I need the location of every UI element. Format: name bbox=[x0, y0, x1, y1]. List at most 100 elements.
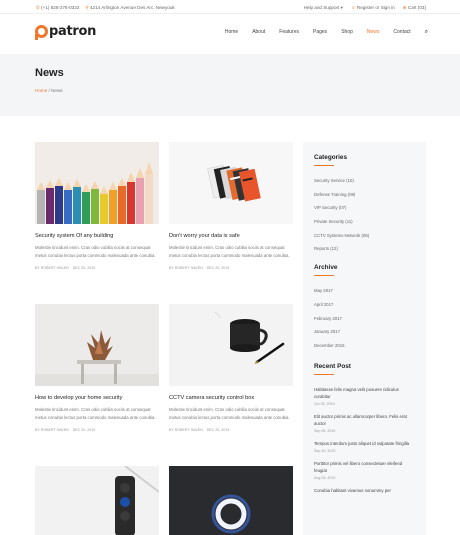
register-link[interactable]: Register bbox=[357, 5, 374, 10]
post-meta: BY ROBERT HAVEN DEC 20, 2019 bbox=[169, 266, 293, 270]
category-item[interactable]: Reports (12) bbox=[314, 246, 415, 260]
title-underline bbox=[314, 165, 334, 166]
post-meta: BY ROBERT HAVEN DEC 20, 2019 bbox=[35, 266, 159, 270]
breadcrumb-home[interactable]: Home bbox=[35, 88, 47, 93]
help-label: Help and Support bbox=[303, 5, 340, 10]
post-card: Security system Of any building Molestie… bbox=[35, 142, 159, 270]
map-pin-icon: ⚲ bbox=[85, 5, 89, 10]
post-card: How to develop your home security Molest… bbox=[35, 304, 159, 432]
chevron-down-icon: ▾ bbox=[340, 5, 343, 10]
recent-post-date: Oct 05, 2019 bbox=[314, 401, 335, 406]
sidebar: Categories Security Service (10) Defense… bbox=[303, 142, 426, 535]
breadcrumb-separator: / bbox=[48, 88, 50, 93]
post-card: Don't worry your data is safe Molestie t… bbox=[169, 142, 293, 270]
post-date: DEC 20, 2019 bbox=[72, 266, 96, 270]
archive-widget: Archive May 2017 April 2017 February 201… bbox=[314, 264, 415, 356]
recent-post-link[interactable]: Tempus interdum justo aliquet id vulputa… bbox=[314, 440, 415, 447]
category-item[interactable]: Private Security (11) bbox=[314, 219, 415, 233]
recent-post-link[interactable]: Porttitor primis vel libero consectetuer… bbox=[314, 460, 415, 474]
nav-about[interactable]: About bbox=[252, 29, 265, 36]
post-date: DEC 20, 2019 bbox=[206, 266, 230, 270]
post-title[interactable]: Don't worry your data is safe bbox=[169, 233, 293, 239]
post-title[interactable]: How to develop your home security bbox=[35, 395, 159, 401]
recent-post-date: Sep 05, 2019 bbox=[314, 428, 336, 433]
address-info: ⚲ 4214 Arlington Avenue Des Arc, Newyouk bbox=[85, 5, 174, 11]
breadcrumb-current: News bbox=[51, 88, 63, 93]
post-image-light-ring[interactable] bbox=[169, 466, 293, 535]
recent-posts-widget: Recent Post Habitasse felis magna velit … bbox=[314, 363, 415, 494]
cards-illustration bbox=[169, 142, 293, 224]
nav-pages[interactable]: Pages bbox=[313, 29, 327, 36]
post-excerpt: Molestie tincidunt enim. Cras odio cubil… bbox=[169, 407, 290, 420]
logo-mark-icon bbox=[35, 25, 48, 40]
post-excerpt: Molestie tincidunt enim. Cras odio cubil… bbox=[35, 407, 156, 420]
post-meta: BY ROBERT HAVEN DEC 20, 2019 bbox=[169, 428, 293, 432]
recent-post-item[interactable]: Habitasse felis magna velit posuere ridi… bbox=[314, 386, 415, 406]
post-excerpt: Molestie tincidunt enim. Cras odio cubil… bbox=[35, 245, 156, 258]
post-author[interactable]: BY ROBERT HAVEN bbox=[169, 266, 203, 270]
category-item[interactable]: Security Service (10) bbox=[314, 178, 415, 192]
pencils-illustration bbox=[35, 142, 159, 224]
recent-post-link[interactable]: Elit auctor primis ac ullamcorper libero… bbox=[314, 413, 415, 427]
cart-link[interactable]: ⊕ Cart (03) bbox=[403, 5, 426, 11]
categories-widget: Categories Security Service (10) Defense… bbox=[314, 154, 415, 260]
nav-news[interactable]: News bbox=[367, 29, 380, 36]
help-dropdown[interactable]: Help and Support ▾ bbox=[304, 5, 343, 11]
nav-shop[interactable]: Shop bbox=[341, 29, 353, 36]
post-date: DEC 20, 2019 bbox=[206, 428, 230, 432]
recent-post-link[interactable]: Habitasse felis magna velit posuere ridi… bbox=[314, 386, 415, 400]
page-banner: News Home / News bbox=[0, 54, 460, 116]
recent-post-item[interactable]: Porttitor primis vel libero consectetuer… bbox=[314, 460, 415, 480]
archive-item[interactable]: February 2017 bbox=[314, 316, 415, 330]
post-author[interactable]: BY ROBERT HAVEN bbox=[169, 428, 203, 432]
recent-post-item[interactable]: Conubia habitant vivamus nonummy per bbox=[314, 487, 415, 494]
archive-item[interactable]: January 2017 bbox=[314, 329, 415, 343]
phone-info: ✆ (+1) 828-276-0322 bbox=[36, 5, 79, 11]
nav-contact[interactable]: Contact bbox=[393, 29, 410, 36]
category-item[interactable]: CCTV Systems Network (05) bbox=[314, 233, 415, 247]
post-image-table-flower[interactable] bbox=[35, 304, 159, 386]
category-item[interactable]: VIP Security (07) bbox=[314, 205, 415, 219]
post-image-traffic-light[interactable] bbox=[35, 466, 159, 535]
main-nav: Home About Features Pages Shop News Cont… bbox=[211, 29, 428, 36]
traffic-light-illustration bbox=[35, 466, 159, 535]
recent-post-item[interactable]: Tempus interdum justo aliquet id vulputa… bbox=[314, 440, 415, 453]
post-image-business-cards[interactable] bbox=[169, 142, 293, 224]
cart-label: Cart (03) bbox=[407, 5, 426, 10]
recent-post-item[interactable]: Elit auctor primis ac ullamcorper libero… bbox=[314, 413, 415, 433]
post-image-mug-pen[interactable] bbox=[169, 304, 293, 386]
recent-post-date: Sep 10, 2019 bbox=[314, 448, 336, 453]
post-title[interactable]: CCTV camera security control box bbox=[169, 395, 293, 401]
address-text: 4214 Arlington Avenue Des Arc, Newyouk bbox=[89, 5, 175, 10]
post-card bbox=[169, 466, 293, 535]
recent-post-title: Recent Post bbox=[314, 362, 351, 370]
category-item[interactable]: Defense Training (08) bbox=[314, 192, 415, 206]
signin-link[interactable]: Sign in bbox=[381, 5, 395, 10]
archive-item[interactable]: April 2017 bbox=[314, 302, 415, 316]
nav-features[interactable]: Features bbox=[279, 29, 299, 36]
post-excerpt: Molestie tincidunt enim. Cras odio cubil… bbox=[169, 245, 290, 258]
post-date: DEC 20, 2019 bbox=[72, 428, 96, 432]
title-underline bbox=[314, 275, 334, 277]
post-image-colored-pencils[interactable] bbox=[35, 142, 159, 224]
title-underline bbox=[314, 373, 334, 375]
account-links: ☺ Register or Sign in bbox=[351, 5, 395, 11]
recent-post-link[interactable]: Conubia habitant vivamus nonummy per bbox=[314, 487, 415, 494]
archive-item[interactable]: May 2017 bbox=[314, 288, 415, 302]
search-icon[interactable]: ⌕ bbox=[425, 29, 428, 36]
archive-item[interactable]: December 2016 bbox=[314, 343, 415, 357]
post-author[interactable]: BY ROBERT HAVEN bbox=[35, 428, 69, 432]
categories-title: Categories bbox=[314, 154, 348, 161]
mug-illustration bbox=[169, 304, 293, 386]
nav-home[interactable]: Home bbox=[225, 29, 238, 36]
recent-post-date: Aug 05, 2019 bbox=[314, 475, 336, 480]
post-meta: BY ROBERT HAVEN DEC 20, 2019 bbox=[35, 428, 159, 432]
post-title[interactable]: Security system Of any building bbox=[35, 233, 159, 239]
page-title: News bbox=[35, 67, 64, 79]
post-card bbox=[35, 466, 159, 535]
post-author[interactable]: BY ROBERT HAVEN bbox=[35, 266, 69, 270]
breadcrumb: Home / News bbox=[35, 88, 63, 93]
light-ring-illustration bbox=[169, 466, 293, 535]
logo[interactable]: patron bbox=[35, 24, 96, 40]
cart-icon: ⊕ bbox=[402, 5, 407, 10]
